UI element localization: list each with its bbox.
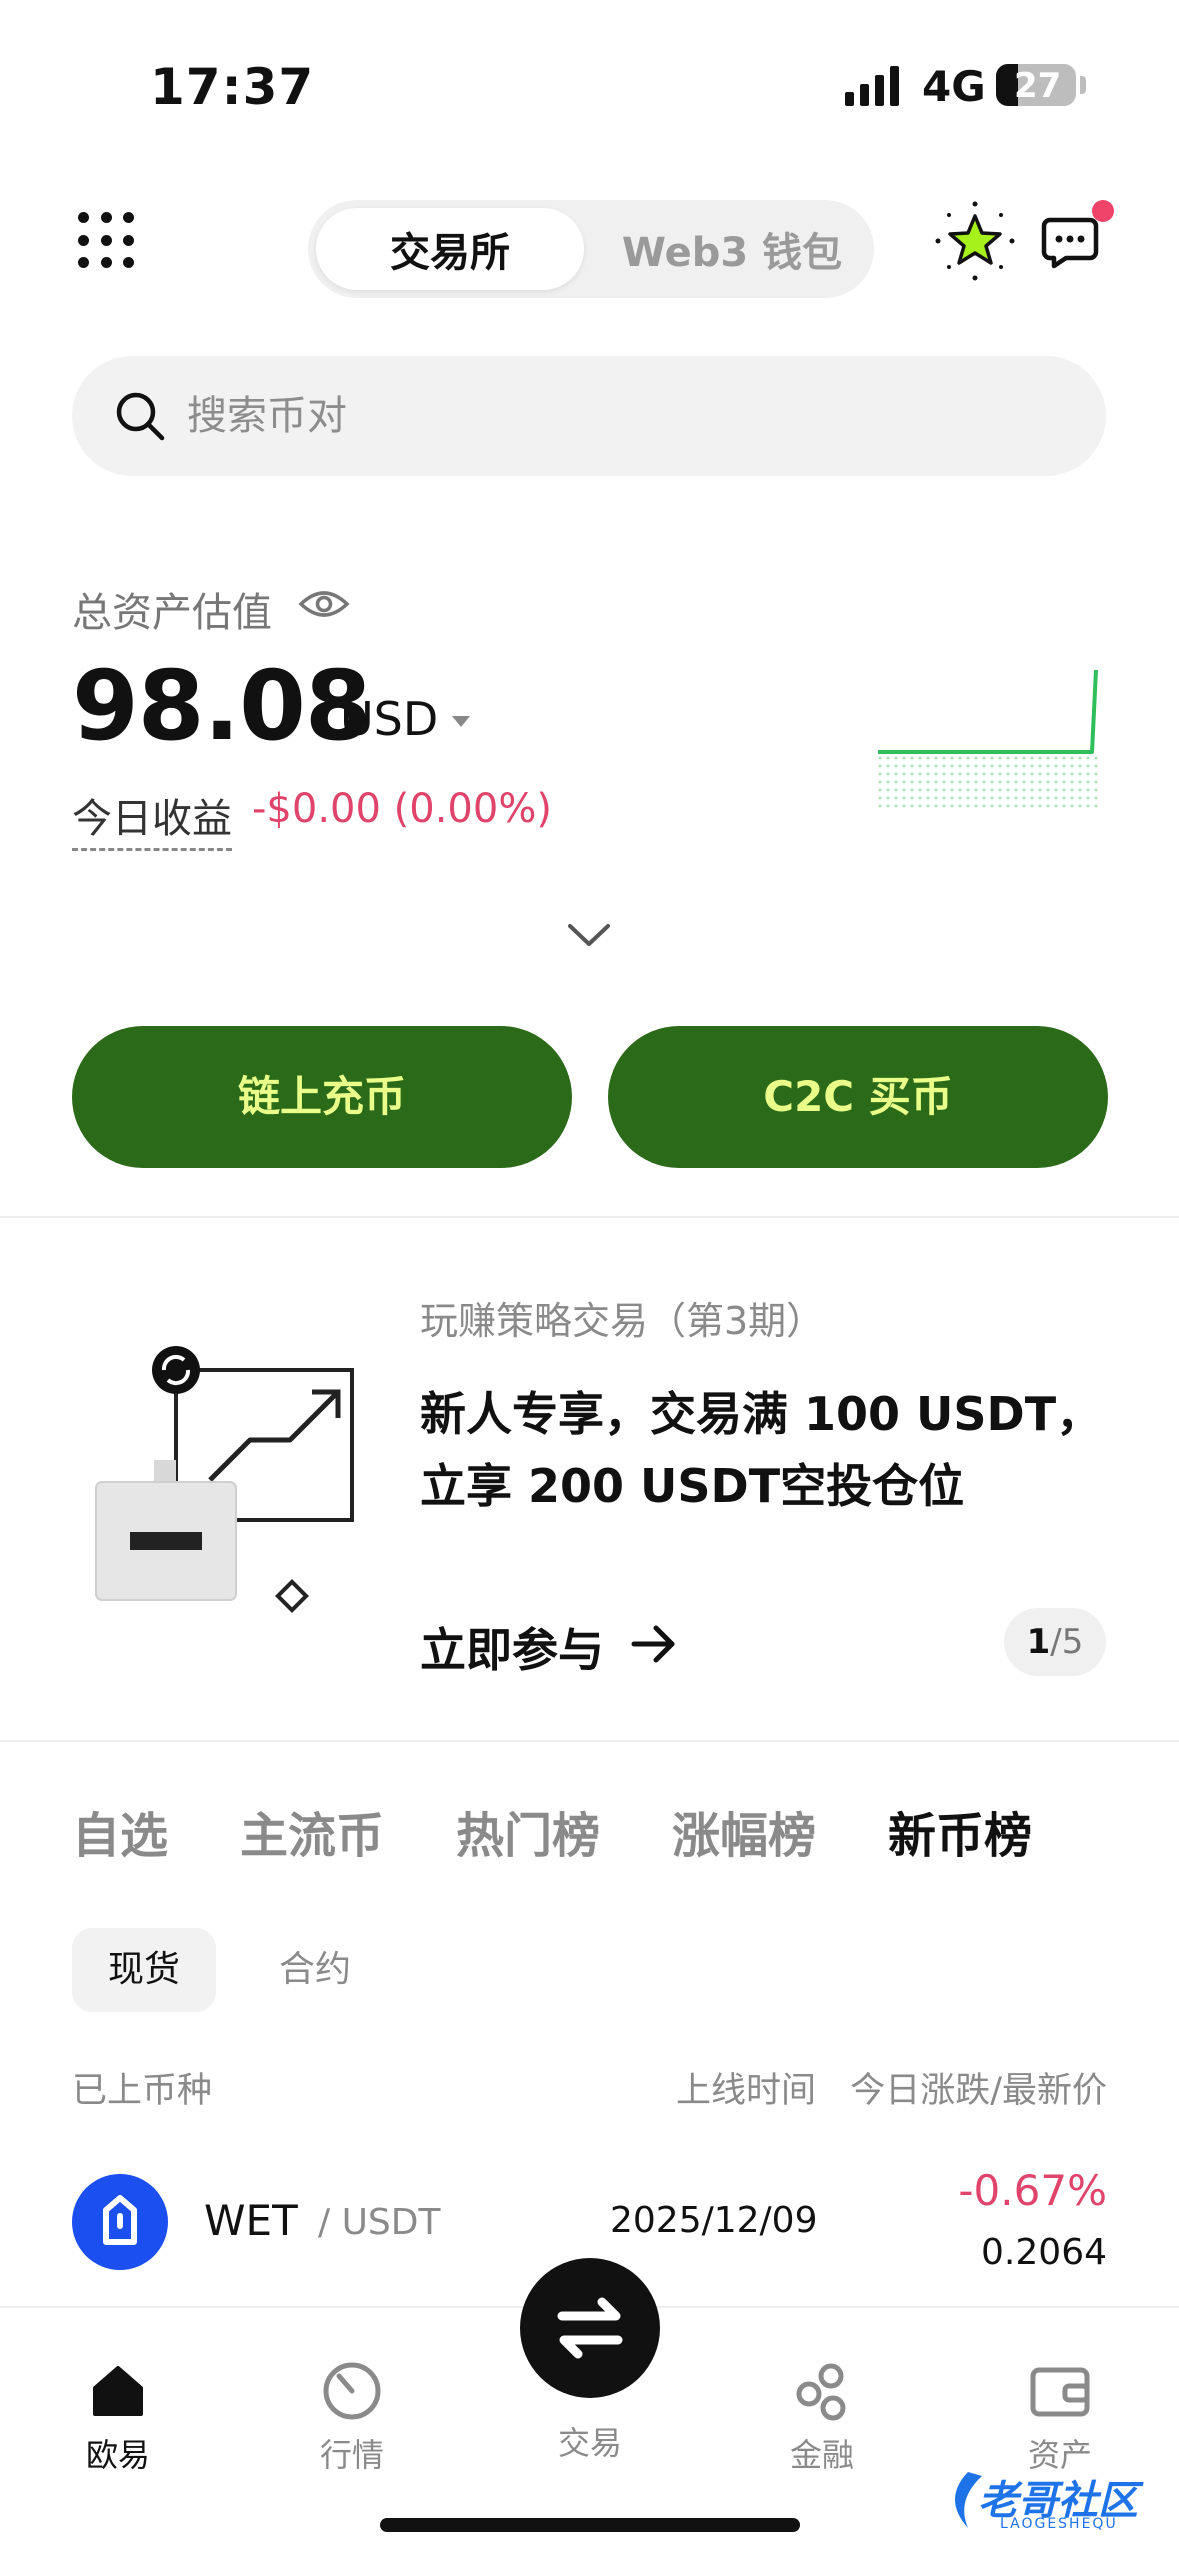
currency-selector[interactable]: USD: [340, 692, 438, 746]
pager-current: 1: [1026, 1622, 1051, 1662]
caret-down-icon[interactable]: [452, 716, 470, 727]
markets-icon: [323, 2362, 381, 2420]
column-listing-time[interactable]: 上线时间: [676, 2062, 816, 2113]
network-type: 4G: [922, 62, 986, 111]
promo-pager: 1/5: [1004, 1608, 1106, 1676]
home-icon: [93, 2366, 143, 2416]
nav-finance[interactable]: 金融: [742, 2358, 902, 2476]
arrow-right-icon[interactable]: [626, 1616, 682, 1672]
coin-change: -0.67%: [958, 2166, 1107, 2215]
coin-symbol[interactable]: WET: [204, 2196, 298, 2245]
coin-logo-icon: [72, 2174, 168, 2270]
nav-finance-label: 金融: [789, 2436, 854, 2474]
battery-tip: [1080, 76, 1086, 94]
pager-total: /5: [1050, 1622, 1084, 1662]
coin-quote: / USDT: [318, 2202, 441, 2243]
nav-home[interactable]: 欧易: [38, 2358, 198, 2476]
search-bar[interactable]: [72, 356, 1106, 476]
tab-new-listings[interactable]: 新币榜: [888, 1796, 1032, 1866]
swap-icon: [557, 2297, 623, 2359]
nav-trade-label[interactable]: 交易: [520, 2418, 660, 2464]
column-change-price[interactable]: 今日涨跌/最新价: [850, 2062, 1107, 2113]
c2c-buy-button[interactable]: C2C 买币: [608, 1026, 1108, 1168]
asset-sparkline: [878, 669, 1102, 808]
watermark-logo: 老哥社区 LAOGESHEQU: [938, 2454, 1168, 2544]
deposit-onchain-button[interactable]: 链上充币: [72, 1026, 572, 1168]
signal-icon: [845, 66, 899, 106]
tab-gainers[interactable]: 涨幅榜: [672, 1796, 816, 1866]
tab-web3-wallet[interactable]: Web3 钱包: [598, 220, 866, 278]
coin-price: 0.2064: [981, 2232, 1107, 2273]
status-time: 17:37: [150, 58, 315, 116]
coin-listing-date: 2025/12/09: [610, 2200, 818, 2241]
section-divider: [0, 1216, 1179, 1218]
menu-grid-icon[interactable]: [78, 212, 138, 272]
today-pnl-value: -$0.00 (0.00%): [252, 786, 552, 832]
battery-level: 27: [1014, 66, 1062, 106]
total-assets-label: 总资产估值: [72, 590, 272, 636]
section-divider: [0, 1740, 1179, 1742]
home-indicator[interactable]: [380, 2518, 800, 2532]
today-pnl-label[interactable]: 今日收益: [72, 786, 232, 851]
chevron-down-icon[interactable]: [562, 914, 616, 954]
tab-mainstream[interactable]: 主流币: [240, 1796, 384, 1866]
wallet-icon: [1030, 2367, 1090, 2417]
chip-futures[interactable]: 合约: [260, 1928, 370, 2012]
total-assets-value: 98.08: [72, 650, 372, 762]
message-icon[interactable]: [1040, 212, 1100, 272]
trade-button[interactable]: [520, 2258, 660, 2398]
promo-subtitle: 玩赚策略交易（第3期）: [420, 1299, 825, 1343]
watermark-small: LAOGESHEQU: [1000, 2516, 1118, 2532]
tab-exchange[interactable]: 交易所: [316, 220, 584, 278]
tab-hot[interactable]: 热门榜: [456, 1796, 600, 1866]
finance-icon: [796, 2363, 846, 2421]
tab-favorites[interactable]: 自选: [72, 1796, 168, 1866]
promo-title: 新人专享，交易满 100 USDT，立享 200 USDT空投仓位: [420, 1387, 1103, 1513]
column-listed: 已上币种: [72, 2071, 213, 2111]
battery-icon: 27: [996, 64, 1076, 106]
search-icon: [116, 392, 165, 441]
chip-spot[interactable]: 现货: [72, 1928, 216, 2012]
nav-markets-label: 行情: [319, 2436, 384, 2474]
search-input[interactable]: [187, 384, 987, 448]
nav-markets[interactable]: 行情: [272, 2358, 432, 2476]
eye-icon[interactable]: [298, 584, 350, 624]
star-icon[interactable]: [930, 196, 1020, 286]
nav-home-label: 欧易: [85, 2436, 150, 2474]
mode-switch[interactable]: 交易所 Web3 钱包: [308, 200, 874, 298]
promo-join-link[interactable]: 立即参与: [420, 1614, 604, 1680]
strategy-promo-illustration: [95, 1346, 354, 1613]
notification-dot: [1092, 200, 1114, 222]
